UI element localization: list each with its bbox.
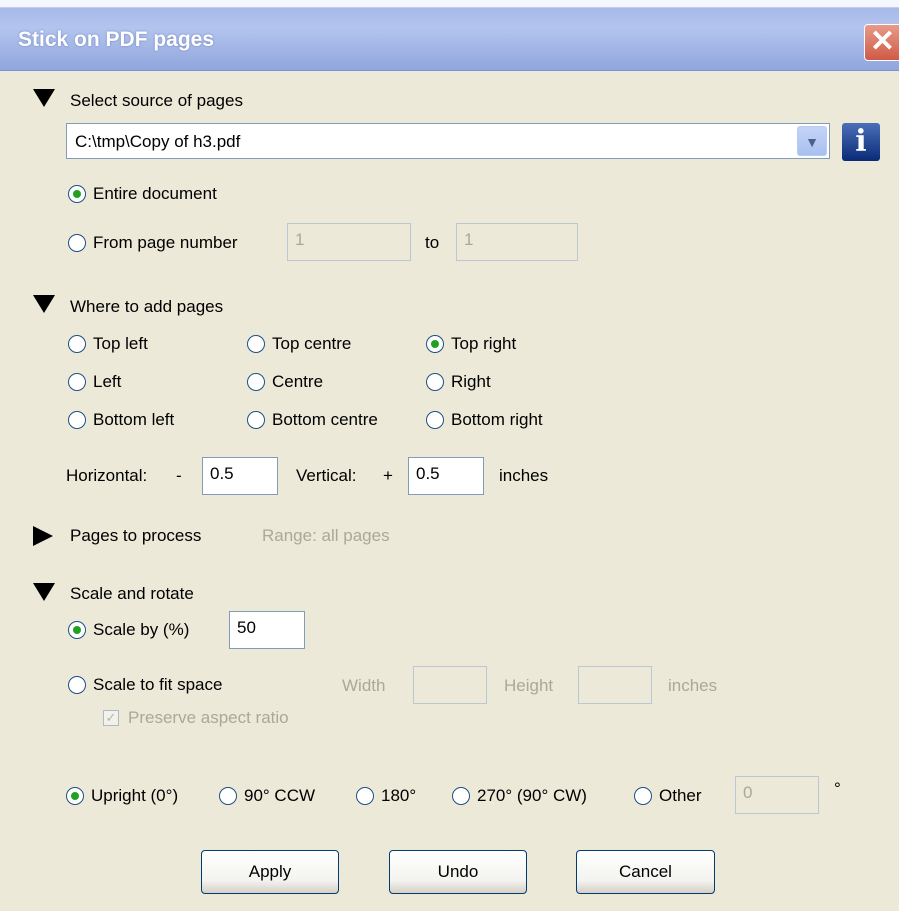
radio-top-centre[interactable]: Top centre	[247, 333, 351, 355]
radio-from-page-number[interactable]: From page number	[68, 232, 238, 254]
section-heading-source: Select source of pages	[70, 91, 243, 110]
window-title: Stick on PDF pages	[18, 28, 215, 51]
radio-label: From page number	[93, 233, 238, 252]
expand-triangle-icon[interactable]	[33, 526, 53, 546]
radio-180[interactable]: 180°	[356, 785, 416, 807]
radio-label: 270° (90° CW)	[477, 786, 587, 805]
pages-range-summary: Range: all pages	[262, 526, 390, 545]
radio-label: Scale by (%)	[93, 620, 190, 639]
width-label: Width	[342, 676, 386, 695]
radio-centre[interactable]: Centre	[247, 371, 323, 393]
horizontal-label: Horizontal:	[66, 466, 148, 485]
vertical-offset-input[interactable]: 0.5	[408, 457, 484, 495]
radio-bottom-centre[interactable]: Bottom centre	[247, 409, 378, 431]
dialog-content: Select source of pages C:\tmp\Copy of h3…	[0, 71, 899, 911]
radio-label: Centre	[272, 372, 324, 391]
vertical-label: Vertical:	[296, 466, 357, 485]
radio-indicator	[68, 621, 86, 639]
radio-indicator	[247, 335, 265, 353]
chevron-down-icon[interactable]: ▼	[797, 126, 827, 156]
horizontal-sign: -	[176, 466, 182, 485]
radio-indicator	[68, 373, 86, 391]
radio-indicator	[426, 335, 444, 353]
radio-other[interactable]: Other	[634, 785, 702, 807]
radio-top-right[interactable]: Top right	[426, 333, 516, 355]
radio-label: Entire document	[93, 184, 217, 203]
scale-percent-input[interactable]: 50	[229, 611, 305, 649]
radio-label: 180°	[381, 786, 417, 805]
fit-units: inches	[668, 676, 718, 695]
collapse-triangle-icon[interactable]	[33, 583, 55, 601]
radio-bottom-left[interactable]: Bottom left	[68, 409, 174, 431]
dialog-window: Stick on PDF pages ✕ Select source of pa…	[0, 0, 899, 911]
radio-label: Bottom right	[451, 410, 543, 429]
radio-right[interactable]: Right	[426, 371, 491, 393]
radio-indicator	[247, 411, 265, 429]
horizontal-offset-input[interactable]: 0.5	[202, 457, 278, 495]
vertical-sign: +	[383, 466, 393, 485]
undo-button[interactable]: Undo	[389, 850, 527, 894]
radio-indicator	[426, 373, 444, 391]
radio-scale-by[interactable]: Scale by (%)	[68, 619, 189, 641]
degree-symbol: °	[834, 779, 841, 798]
radio-label: Right	[451, 372, 491, 391]
height-label: Height	[504, 676, 554, 695]
radio-indicator	[219, 787, 237, 805]
radio-label: Top left	[93, 334, 148, 353]
radio-indicator	[68, 335, 86, 353]
preserve-aspect-label: Preserve aspect ratio	[128, 708, 289, 727]
other-angle-input[interactable]: 0	[735, 776, 819, 814]
source-file-value: C:\tmp\Copy of h3.pdf	[75, 132, 241, 151]
preserve-aspect-checkbox[interactable]: ✓	[103, 710, 119, 726]
radio-indicator	[634, 787, 652, 805]
source-file-combo[interactable]: C:\tmp\Copy of h3.pdf ▼	[66, 123, 830, 159]
collapse-triangle-icon[interactable]	[33, 89, 55, 107]
radio-indicator	[247, 373, 265, 391]
section-heading-scale: Scale and rotate	[70, 584, 194, 603]
info-icon[interactable]: i	[842, 123, 880, 161]
to-label: to	[425, 233, 440, 252]
radio-indicator	[66, 787, 84, 805]
radio-label: Upright (0°)	[91, 786, 179, 805]
radio-top-left[interactable]: Top left	[68, 333, 148, 355]
collapse-triangle-icon[interactable]	[33, 295, 55, 313]
radio-scale-to-fit[interactable]: Scale to fit space	[68, 674, 222, 696]
radio-label: Top right	[451, 334, 517, 353]
radio-label: Bottom left	[93, 410, 175, 429]
radio-label: Left	[93, 372, 122, 391]
radio-90-ccw[interactable]: 90° CCW	[219, 785, 315, 807]
radio-label: Other	[659, 786, 702, 805]
radio-270-cw[interactable]: 270° (90° CW)	[452, 785, 587, 807]
offset-units: inches	[499, 466, 549, 485]
cancel-button[interactable]: Cancel	[576, 850, 715, 894]
section-heading-pages: Pages to process	[70, 526, 202, 545]
radio-indicator	[68, 411, 86, 429]
radio-indicator	[68, 185, 86, 203]
radio-entire-document[interactable]: Entire document	[68, 183, 217, 205]
radio-indicator	[426, 411, 444, 429]
apply-button[interactable]: Apply	[201, 850, 339, 894]
radio-indicator	[452, 787, 470, 805]
radio-indicator	[68, 234, 86, 252]
section-heading-placement: Where to add pages	[70, 297, 224, 316]
width-input[interactable]	[413, 666, 487, 704]
radio-indicator	[68, 676, 86, 694]
radio-upright[interactable]: Upright (0°)	[66, 785, 178, 807]
to-page-input[interactable]: 1	[456, 223, 578, 261]
radio-bottom-right[interactable]: Bottom right	[426, 409, 543, 431]
radio-label: Scale to fit space	[93, 675, 223, 694]
close-button[interactable]: ✕	[864, 24, 899, 61]
height-input[interactable]	[578, 666, 652, 704]
radio-left[interactable]: Left	[68, 371, 121, 393]
title-bar[interactable]: Stick on PDF pages ✕	[0, 0, 899, 71]
from-page-input[interactable]: 1	[287, 223, 411, 261]
radio-indicator	[356, 787, 374, 805]
radio-label: 90° CCW	[244, 786, 316, 805]
radio-label: Top centre	[272, 334, 352, 353]
radio-label: Bottom centre	[272, 410, 378, 429]
